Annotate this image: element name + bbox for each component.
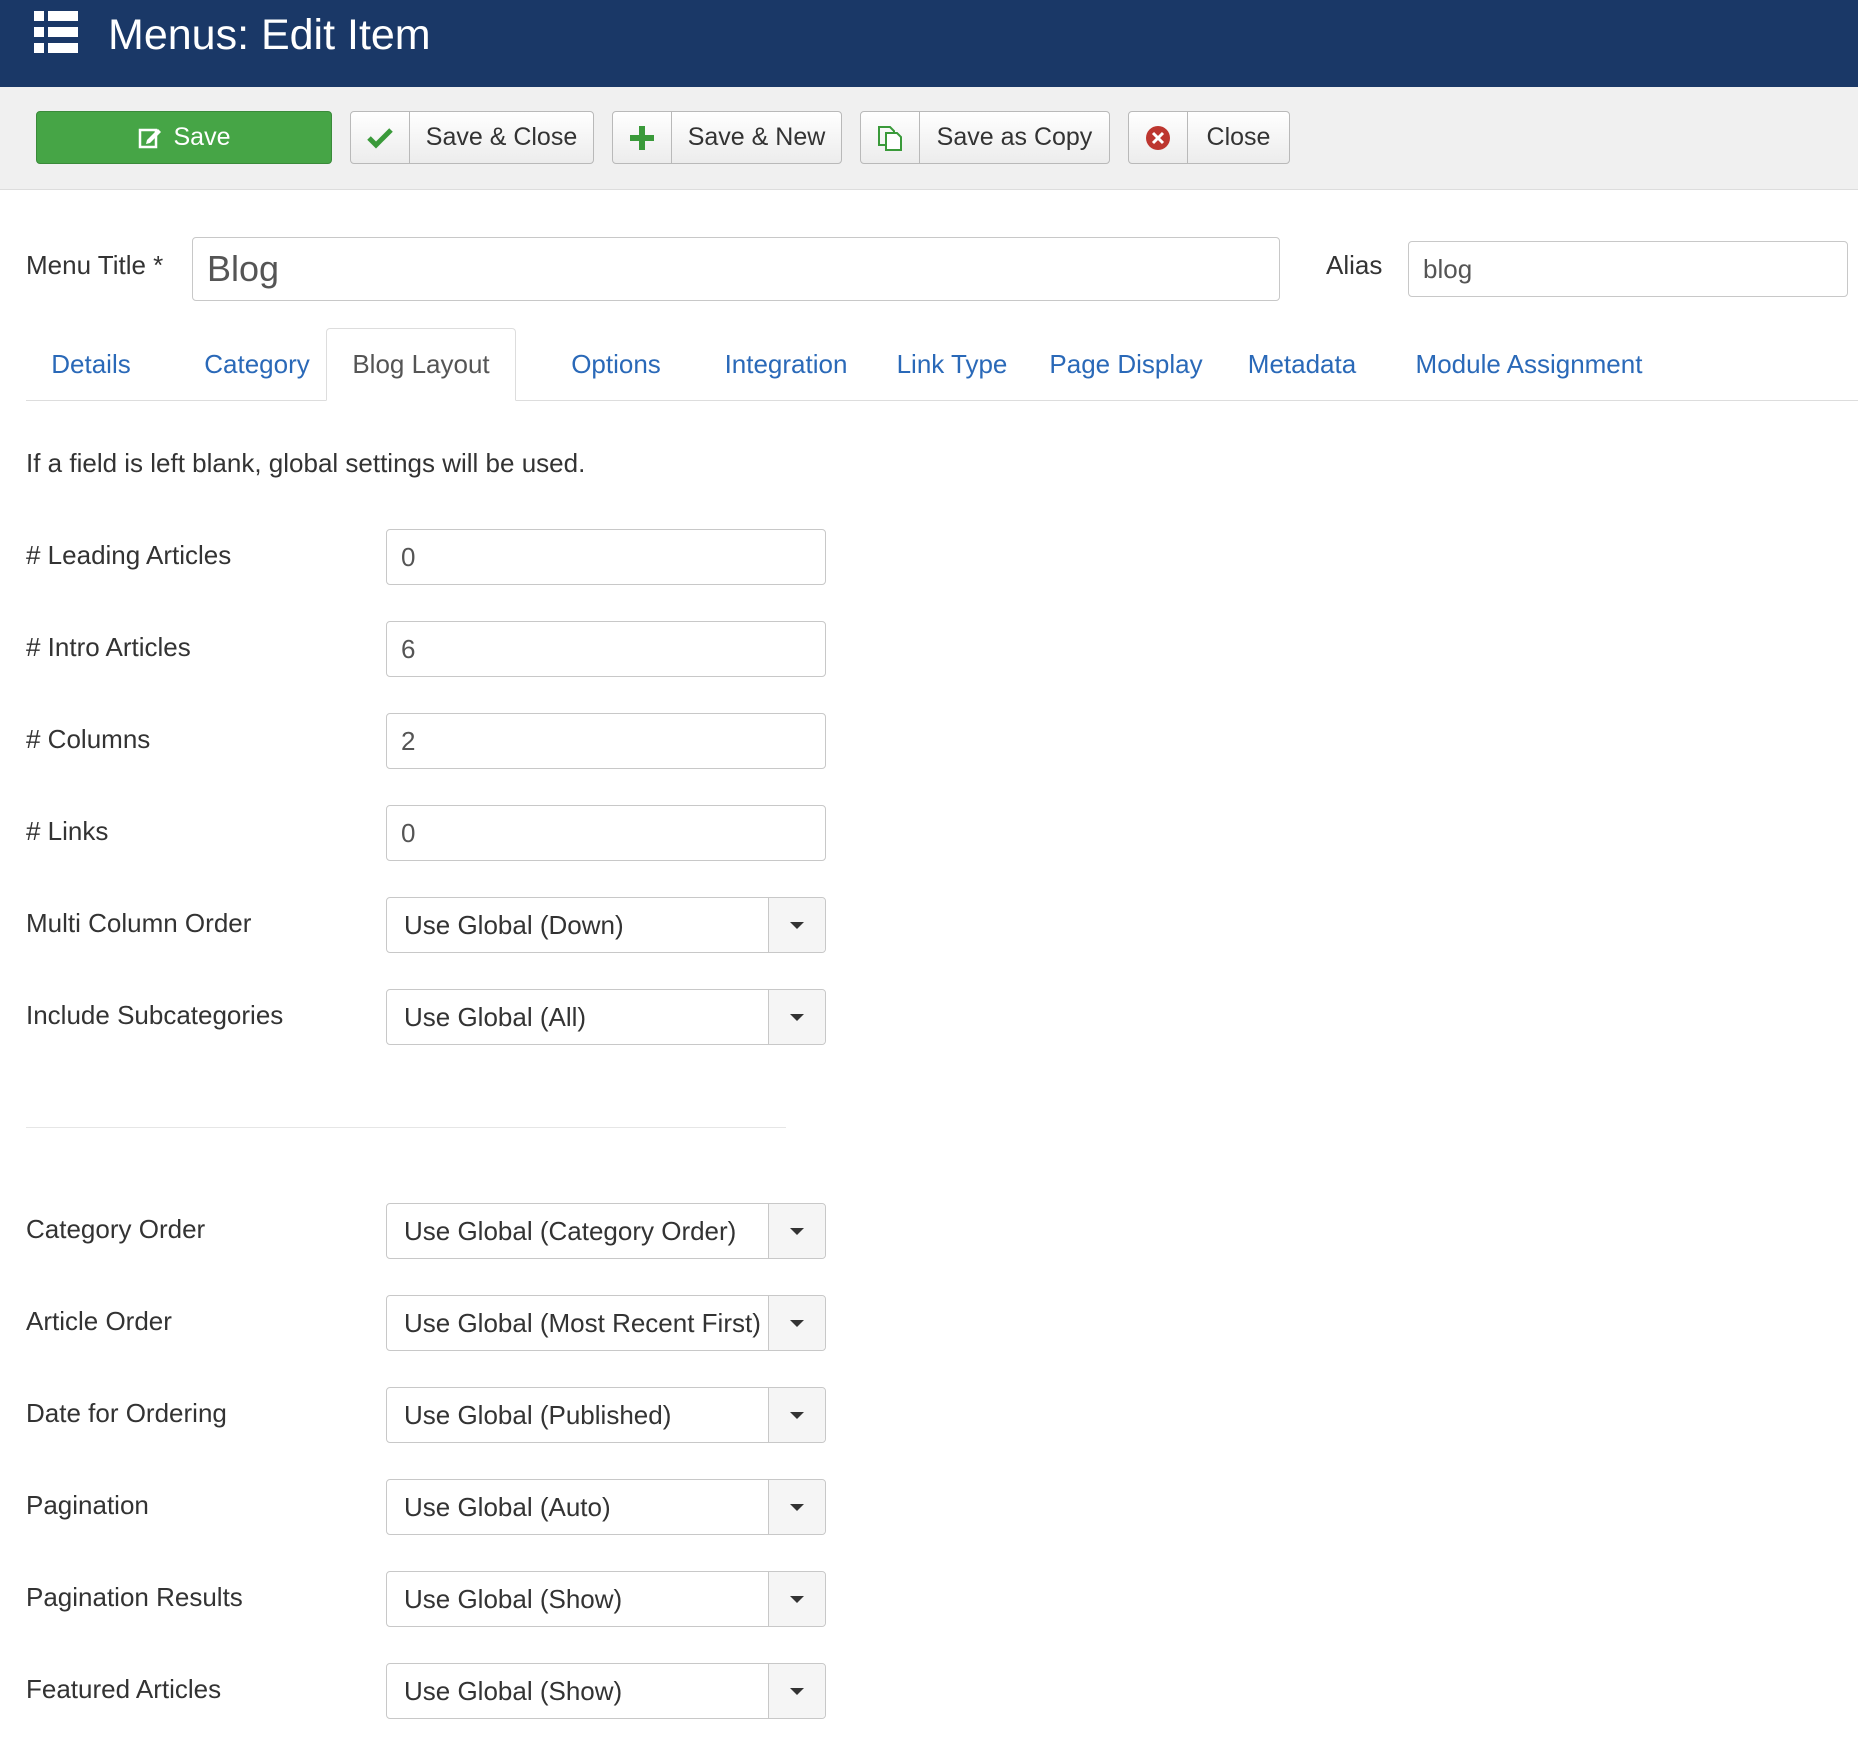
- chevron-down-icon: [768, 1664, 825, 1718]
- tab-category[interactable]: Category: [182, 328, 332, 400]
- pagination-select[interactable]: Use Global (Auto): [386, 1479, 826, 1535]
- page-title: Menus: Edit Item: [108, 11, 431, 59]
- links-label: # Links: [26, 816, 109, 846]
- section-divider: [26, 1127, 786, 1128]
- save-copy-button[interactable]: Save as Copy: [860, 111, 1110, 164]
- include-subcategories-label: Include Subcategories: [26, 1000, 284, 1030]
- pagination-results-value: Use Global (Show): [404, 1583, 623, 1614]
- chevron-down-icon: [768, 898, 825, 952]
- date-for-ordering-select[interactable]: Use Global (Published): [386, 1387, 826, 1443]
- list-icon: [34, 11, 78, 53]
- chevron-down-icon: [768, 1572, 825, 1626]
- check-icon: [351, 112, 410, 163]
- links-input[interactable]: 0: [386, 805, 826, 861]
- multi-column-order-select[interactable]: Use Global (Down): [386, 897, 826, 953]
- date-for-ordering-label: Date for Ordering: [26, 1398, 227, 1428]
- category-order-select[interactable]: Use Global (Category Order): [386, 1203, 826, 1259]
- multi-column-order-value: Use Global (Down): [404, 909, 624, 940]
- featured-articles-value: Use Global (Show): [404, 1675, 623, 1706]
- pagination-results-select[interactable]: Use Global (Show): [386, 1571, 826, 1627]
- close-circle-icon: [1129, 112, 1188, 163]
- save-button[interactable]: Save: [36, 111, 332, 164]
- featured-articles-select[interactable]: Use Global (Show): [386, 1663, 826, 1719]
- menu-title-label: Menu Title *: [26, 250, 164, 280]
- multi-column-order-label: Multi Column Order: [26, 908, 252, 938]
- leading-articles-input[interactable]: 0: [386, 529, 826, 585]
- intro-articles-label: # Intro Articles: [26, 632, 191, 662]
- leading-articles-label: # Leading Articles: [26, 540, 232, 570]
- chevron-down-icon: [768, 1480, 825, 1534]
- pagination-results-label: Pagination Results: [26, 1582, 243, 1612]
- alias-input[interactable]: blog: [1408, 241, 1848, 297]
- featured-articles-label: Featured Articles: [26, 1674, 222, 1704]
- tab-metadata[interactable]: Metadata: [1222, 328, 1382, 400]
- columns-label: # Columns: [26, 724, 151, 754]
- chevron-down-icon: [768, 1204, 825, 1258]
- article-order-select[interactable]: Use Global (Most Recent First): [386, 1295, 826, 1351]
- chevron-down-icon: [768, 1388, 825, 1442]
- tab-details[interactable]: Details: [26, 328, 156, 400]
- close-label: Close: [1206, 123, 1271, 151]
- category-order-value: Use Global (Category Order): [404, 1215, 737, 1246]
- blank-fields-hint: If a field is left blank, global setting…: [26, 448, 586, 478]
- save-button-label: Save: [173, 123, 231, 151]
- save-new-label: Save & New: [687, 123, 826, 151]
- menu-title-input[interactable]: Blog: [192, 237, 1280, 301]
- tab-page-display[interactable]: Page Display: [1036, 328, 1216, 400]
- pagination-value: Use Global (Auto): [404, 1491, 611, 1522]
- close-button[interactable]: Close: [1128, 111, 1290, 164]
- tab-link-type[interactable]: Link Type: [872, 328, 1032, 400]
- pagination-label: Pagination: [26, 1490, 149, 1520]
- date-for-ordering-value: Use Global (Published): [404, 1399, 672, 1430]
- include-subcategories-value: Use Global (All): [404, 1001, 587, 1032]
- save-close-button[interactable]: Save & Close: [350, 111, 594, 164]
- save-copy-label: Save as Copy: [936, 123, 1093, 151]
- tab-integration[interactable]: Integration: [696, 328, 876, 400]
- category-order-label: Category Order: [26, 1214, 206, 1244]
- chevron-down-icon: [768, 990, 825, 1044]
- article-order-value: Use Global (Most Recent First): [404, 1307, 761, 1338]
- article-order-label: Article Order: [26, 1306, 172, 1336]
- copy-icon: [861, 112, 920, 163]
- toolbar: Save Save & Close Save & New Save as Cop…: [0, 87, 1858, 190]
- tab-module-assignment[interactable]: Module Assignment: [1404, 328, 1654, 400]
- edit-icon: [138, 128, 161, 148]
- tab-bar: Details Category Blog Layout Options Int…: [26, 328, 1858, 401]
- include-subcategories-select[interactable]: Use Global (All): [386, 989, 826, 1045]
- chevron-down-icon: [768, 1296, 825, 1350]
- intro-articles-input[interactable]: 6: [386, 621, 826, 677]
- alias-label: Alias: [1326, 250, 1383, 280]
- save-new-button[interactable]: Save & New: [612, 111, 842, 164]
- plus-icon: [613, 112, 672, 163]
- tab-options[interactable]: Options: [536, 328, 696, 400]
- tab-blog-layout[interactable]: Blog Layout: [326, 328, 516, 401]
- page-header: Menus: Edit Item: [0, 0, 1858, 87]
- columns-input[interactable]: 2: [386, 713, 826, 769]
- save-close-label: Save & Close: [425, 123, 578, 151]
